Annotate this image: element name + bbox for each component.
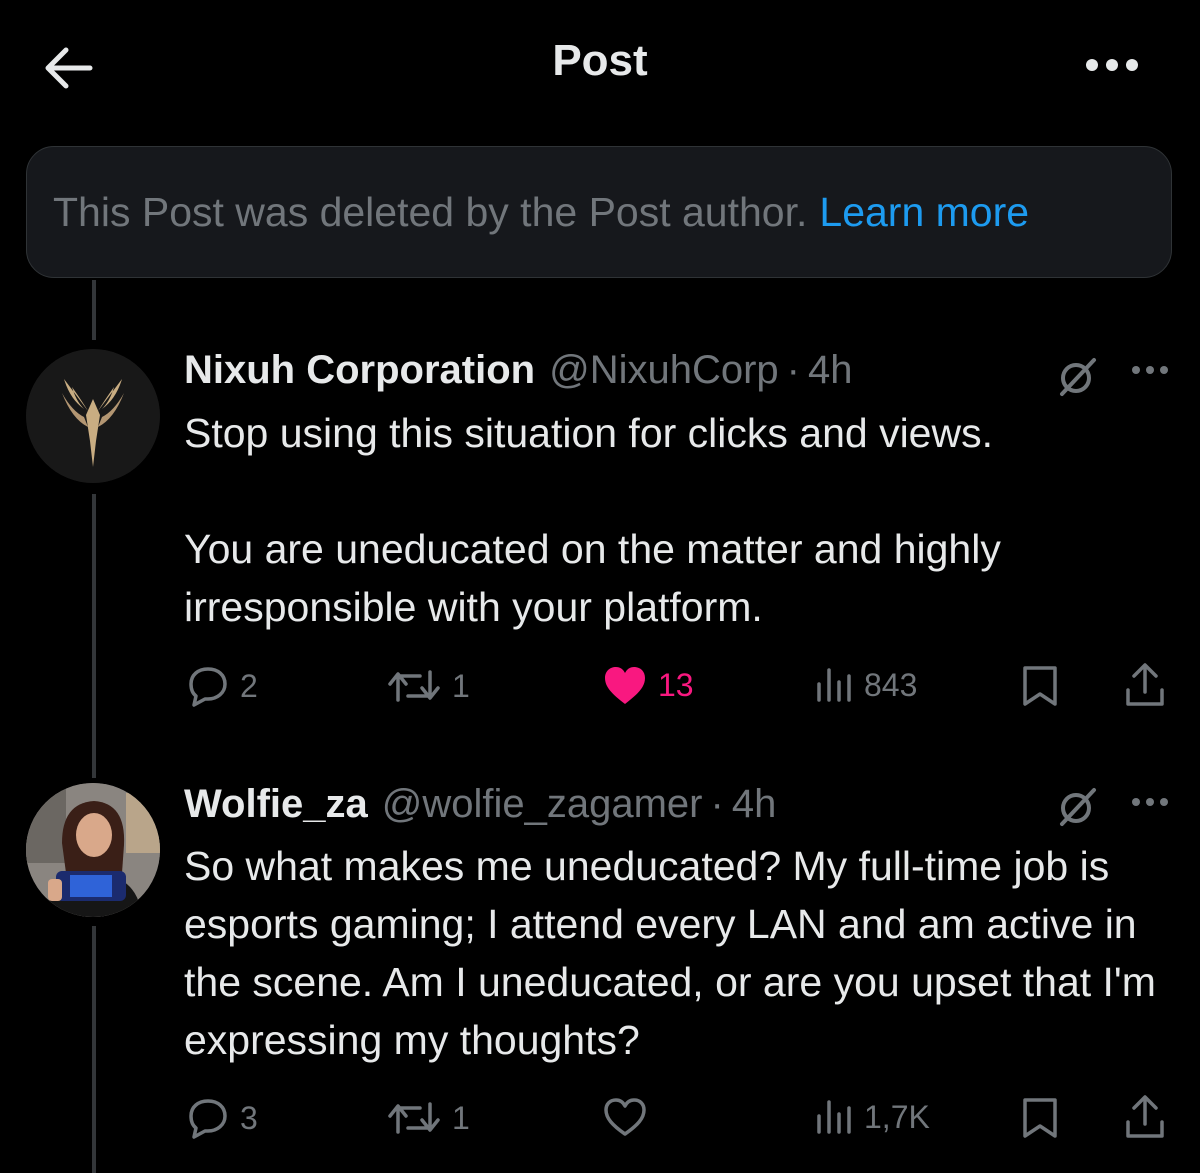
- more-options-button[interactable]: [1064, 50, 1144, 80]
- view-count: 1,7K: [864, 1098, 930, 1135]
- thread-line: [92, 926, 96, 1173]
- post-time[interactable]: 4h: [732, 782, 777, 827]
- learn-more-link[interactable]: Learn more: [819, 189, 1029, 236]
- post-paragraph: So what makes me uneducated? My full-tim…: [184, 843, 1156, 1063]
- bar-chart-icon: [817, 668, 851, 702]
- bookmark-button[interactable]: [1020, 664, 1060, 708]
- deleted-post-notice: This Post was deleted by the Post author…: [26, 146, 1172, 278]
- repost-count: 1: [452, 667, 470, 704]
- avatar[interactable]: [26, 349, 160, 483]
- separator-dot: ·: [786, 348, 800, 392]
- user-handle[interactable]: @NixuhCorp: [549, 348, 779, 393]
- heart-icon: [604, 1098, 646, 1136]
- share-upload-icon: [1126, 663, 1164, 706]
- reply-button[interactable]: 3: [186, 1096, 258, 1140]
- post-more-button[interactable]: [1128, 792, 1172, 812]
- bookmark-icon: [1023, 1098, 1057, 1138]
- display-name[interactable]: Nixuh Corporation: [184, 348, 535, 393]
- views-button[interactable]: 843: [814, 664, 917, 706]
- reply-count: 2: [240, 667, 258, 704]
- speech-bubble-icon: [189, 1099, 227, 1139]
- grok-slash-icon: [1060, 358, 1096, 396]
- repost-arrows-icon: [388, 1102, 440, 1134]
- post-header: Nixuh Corporation @NixuhCorp · 4h: [184, 348, 853, 393]
- grok-button[interactable]: [1050, 780, 1102, 832]
- repost-button[interactable]: 1: [386, 1096, 470, 1140]
- logo-icon: [26, 349, 160, 483]
- views-button[interactable]: 1,7K: [814, 1096, 930, 1138]
- bookmark-icon: [1023, 666, 1057, 706]
- bar-chart-icon: [817, 1100, 851, 1134]
- repost-arrows-icon: [388, 670, 440, 702]
- repost-button[interactable]: 1: [386, 664, 470, 708]
- reply-button[interactable]: 2: [186, 664, 258, 708]
- page-title: Post: [552, 36, 648, 85]
- post-header: Wolfie_za @wolfie_zagamer · 4h: [184, 782, 776, 827]
- grok-slash-icon: [1060, 788, 1096, 826]
- heart-icon: [605, 667, 645, 704]
- like-button[interactable]: [602, 1096, 658, 1138]
- user-handle[interactable]: @wolfie_zagamer: [382, 782, 703, 827]
- reply-count: 3: [240, 1099, 258, 1136]
- bookmark-button[interactable]: [1020, 1096, 1060, 1140]
- grok-button[interactable]: [1050, 350, 1102, 402]
- share-button[interactable]: [1124, 662, 1166, 708]
- post-text: Stop using this situation for clicks and…: [184, 404, 1174, 636]
- share-button[interactable]: [1124, 1094, 1166, 1140]
- thread-line: [92, 494, 96, 778]
- more-horizontal-icon: [1132, 798, 1168, 806]
- share-upload-icon: [1126, 1095, 1164, 1138]
- repost-count: 1: [452, 1099, 470, 1136]
- thread-line: [92, 280, 96, 340]
- view-count: 843: [864, 666, 918, 703]
- post-text: So what makes me uneducated? My full-tim…: [184, 837, 1164, 1069]
- speech-bubble-icon: [189, 667, 227, 707]
- like-button[interactable]: 13: [602, 664, 694, 706]
- post-paragraph: You are uneducated on the matter and hig…: [184, 526, 1001, 630]
- profile-photo-icon: [26, 783, 160, 917]
- post-more-button[interactable]: [1128, 360, 1172, 380]
- deleted-notice-text: This Post was deleted by the Post author…: [53, 188, 808, 235]
- more-horizontal-icon: [1132, 366, 1168, 374]
- post-time[interactable]: 4h: [808, 348, 853, 393]
- post-paragraph: Stop using this situation for clicks and…: [184, 410, 993, 456]
- separator-dot: ·: [710, 782, 724, 826]
- like-count: 13: [658, 666, 694, 703]
- more-horizontal-icon: [1086, 59, 1138, 71]
- display-name[interactable]: Wolfie_za: [184, 782, 368, 827]
- avatar[interactable]: [26, 783, 160, 917]
